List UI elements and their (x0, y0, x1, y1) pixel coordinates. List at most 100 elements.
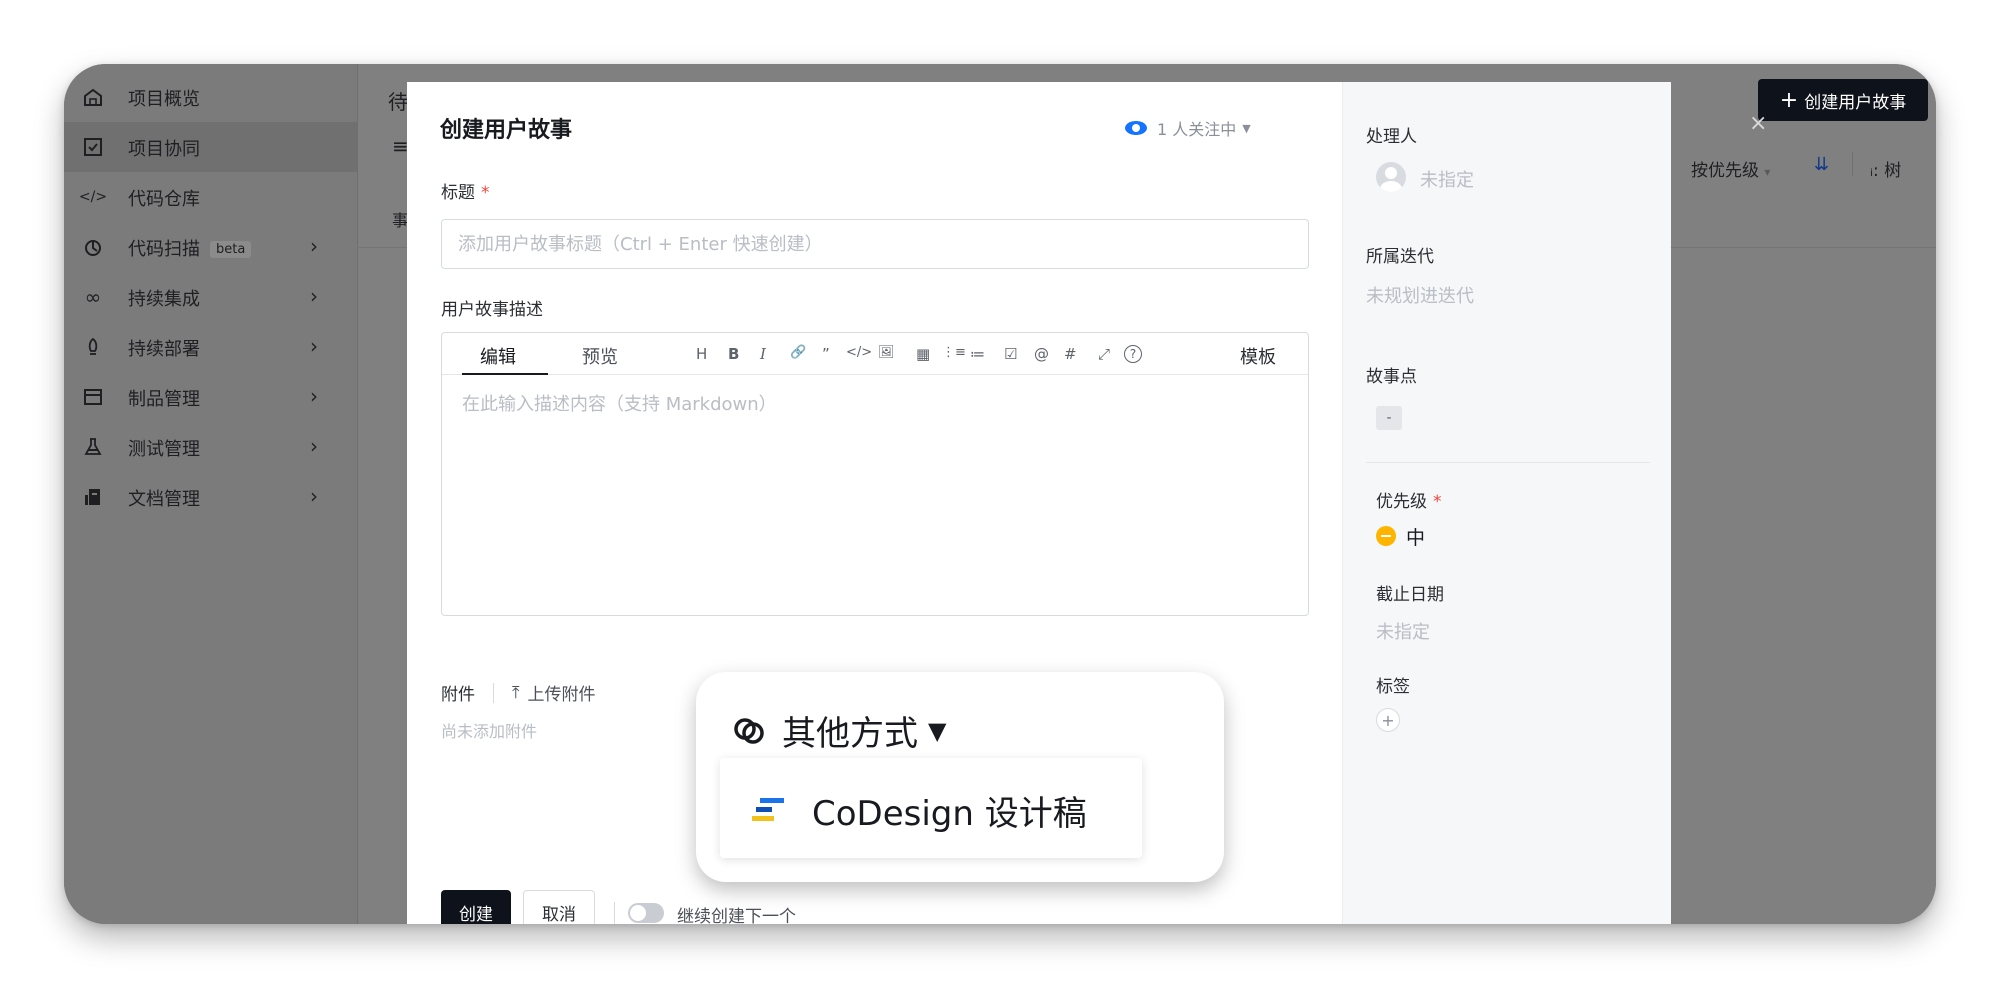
sort-dropdown[interactable]: 按优先级 ▾ (1691, 156, 1770, 181)
task-list-icon[interactable]: ☑ (1004, 345, 1017, 363)
app-window: 项目概览 项目协同 </> 代码仓库 代码扫描 beta › ∞ 持续集成 › (64, 64, 1936, 924)
sidebar-item-label: 测试管理 (128, 439, 200, 460)
active-tab-indicator (462, 373, 548, 375)
sidebar-item-label: 代码仓库 (128, 189, 200, 210)
beta-badge: beta (210, 241, 252, 258)
tab-edit[interactable]: 编辑 (480, 343, 516, 369)
code-icon[interactable]: </> (846, 345, 872, 360)
sidebar-item-ci[interactable]: ∞ 持续集成 › (64, 272, 358, 322)
iteration-label: 所属迭代 (1366, 247, 1434, 267)
codesign-option[interactable]: CoDesign 设计稿 (720, 758, 1142, 858)
sidebar-item-label: 持续集成 (128, 289, 200, 310)
priority-medium-icon (1376, 526, 1396, 546)
title-input[interactable] (441, 219, 1309, 269)
table-icon[interactable]: ▦ (916, 345, 930, 363)
properties-panel: 处理人 未指定 所属迭代 未规划进迭代 故事点 - 优先级 * 中 截止日期 未指… (1342, 82, 1671, 924)
editor-placeholder[interactable]: 在此输入描述内容（支持 Markdown） (462, 390, 777, 416)
sidebar-item-label: 持续部署 (128, 339, 200, 360)
tab-preview[interactable]: 预览 (582, 343, 618, 369)
sidebar-item-scan[interactable]: 代码扫描 beta › (64, 222, 358, 272)
italic-icon[interactable]: I (760, 345, 766, 363)
mention-icon[interactable]: @ (1034, 345, 1049, 363)
quote-icon[interactable]: ” (822, 345, 830, 363)
attachment-label: 附件 (441, 685, 475, 705)
story-points-value[interactable]: - (1376, 406, 1402, 430)
sort-order-icon[interactable]: ⇊ (1814, 154, 1829, 175)
iteration-value[interactable]: 未规划进迭代 (1366, 282, 1474, 308)
scan-icon (82, 237, 104, 257)
avatar[interactable] (1376, 162, 1406, 192)
other-methods-label: 其他方式 (782, 714, 918, 754)
other-methods-dropdown[interactable]: 其他方式 ▼ (732, 706, 946, 755)
sidebar-item-overview[interactable]: 项目概览 (64, 72, 358, 122)
view-toggle[interactable]: ᵢ: 树 (1870, 156, 1901, 181)
continue-create-label: 继续创建下一个 (677, 907, 796, 924)
sidebar-item-docs[interactable]: 文档管理 › (64, 472, 358, 522)
eye-icon (1125, 121, 1147, 135)
ordered-list-icon[interactable]: ⋮≡ (942, 345, 966, 360)
no-attachment-text: 尚未添加附件 (441, 722, 538, 741)
sidebar-item-label: 文档管理 (128, 489, 200, 510)
priority-label: 优先级 * (1376, 492, 1442, 512)
upload-label: 上传附件 (527, 685, 596, 705)
sidebar: 项目概览 项目协同 </> 代码仓库 代码扫描 beta › ∞ 持续集成 › (64, 64, 358, 924)
sidebar-item-artifacts[interactable]: 制品管理 › (64, 372, 358, 422)
checkbox-icon (82, 137, 104, 157)
fullscreen-icon[interactable]: ⤢ (1098, 345, 1110, 363)
flask-icon (82, 437, 104, 457)
sidebar-item-cd[interactable]: 持续部署 › (64, 322, 358, 372)
caret-down-icon: ▼ (928, 716, 947, 745)
required-mark: * (1433, 492, 1442, 512)
tags-label: 标签 (1376, 677, 1410, 697)
sidebar-item-testing[interactable]: 测试管理 › (64, 422, 358, 472)
deploy-icon (82, 337, 104, 357)
title-label: 标题 * (441, 183, 490, 203)
chevron-right-icon: › (310, 334, 318, 358)
priority-value[interactable]: 中 (1406, 523, 1425, 550)
required-mark: * (481, 183, 490, 203)
create-story-label: 创建用户故事 (1804, 92, 1907, 113)
sidebar-item-repo[interactable]: </> 代码仓库 (64, 172, 358, 222)
create-story-button[interactable]: + 创建用户故事 (1758, 79, 1928, 121)
hashtag-icon[interactable]: # (1064, 345, 1077, 363)
divider (614, 902, 615, 924)
modal-title: 创建用户故事 (440, 118, 573, 143)
sidebar-item-label: 项目协同 (128, 139, 200, 160)
continue-create-toggle[interactable] (628, 903, 664, 923)
codesign-label: CoDesign 设计稿 (812, 794, 1087, 834)
artifact-icon (82, 387, 104, 407)
chevron-right-icon: › (310, 284, 318, 308)
cancel-button[interactable]: 取消 (523, 890, 595, 924)
home-icon (82, 87, 104, 107)
chevron-right-icon: › (310, 484, 318, 508)
followers-count: 1 人关注中 (1157, 120, 1237, 139)
chevron-down-icon: ▼ (1242, 121, 1251, 135)
help-icon[interactable]: ? (1124, 345, 1142, 363)
unordered-list-icon[interactable]: ≔ (970, 345, 985, 363)
markdown-editor[interactable]: 编辑 预览 H B I 🔗 ” </> 🖼 ▦ ⋮≡ ≔ ☑ @ # ⤢ ? 模… (441, 332, 1309, 616)
assignee-label: 处理人 (1366, 127, 1417, 147)
code-icon: </> (78, 189, 108, 205)
followers-toggle[interactable]: 1 人关注中 ▼ (1125, 116, 1251, 140)
infinity-icon: ∞ (84, 285, 102, 309)
attachment-row: 附件 ⤒ 上传附件 (441, 680, 596, 705)
bold-icon[interactable]: B (728, 345, 739, 363)
sidebar-item-collaboration[interactable]: 项目协同 (64, 122, 358, 172)
create-button[interactable]: 创建 (441, 890, 511, 924)
editor-tabs: 编辑 预览 H B I 🔗 ” </> 🖼 ▦ ⋮≡ ≔ ☑ @ # ⤢ ? 模… (442, 333, 1308, 375)
add-tag-button[interactable]: + (1376, 708, 1400, 732)
sidebar-item-label: 项目概览 (128, 89, 200, 110)
heading-icon[interactable]: H (696, 345, 707, 363)
divider (493, 682, 494, 703)
sidebar-item-label: 代码扫描 (128, 239, 200, 260)
close-icon[interactable]: × (1749, 111, 1767, 136)
image-icon[interactable]: 🖼 (878, 345, 895, 360)
link-icon[interactable]: 🔗 (790, 345, 806, 360)
description-label: 用户故事描述 (441, 300, 543, 320)
assignee-value[interactable]: 未指定 (1420, 166, 1474, 192)
due-date-value[interactable]: 未指定 (1376, 618, 1430, 644)
sidebar-item-label: 制品管理 (128, 389, 200, 410)
template-button[interactable]: 模板 (1240, 343, 1276, 369)
chevron-right-icon: › (310, 384, 318, 408)
upload-attachment-button[interactable]: ⤒ 上传附件 (512, 680, 596, 706)
